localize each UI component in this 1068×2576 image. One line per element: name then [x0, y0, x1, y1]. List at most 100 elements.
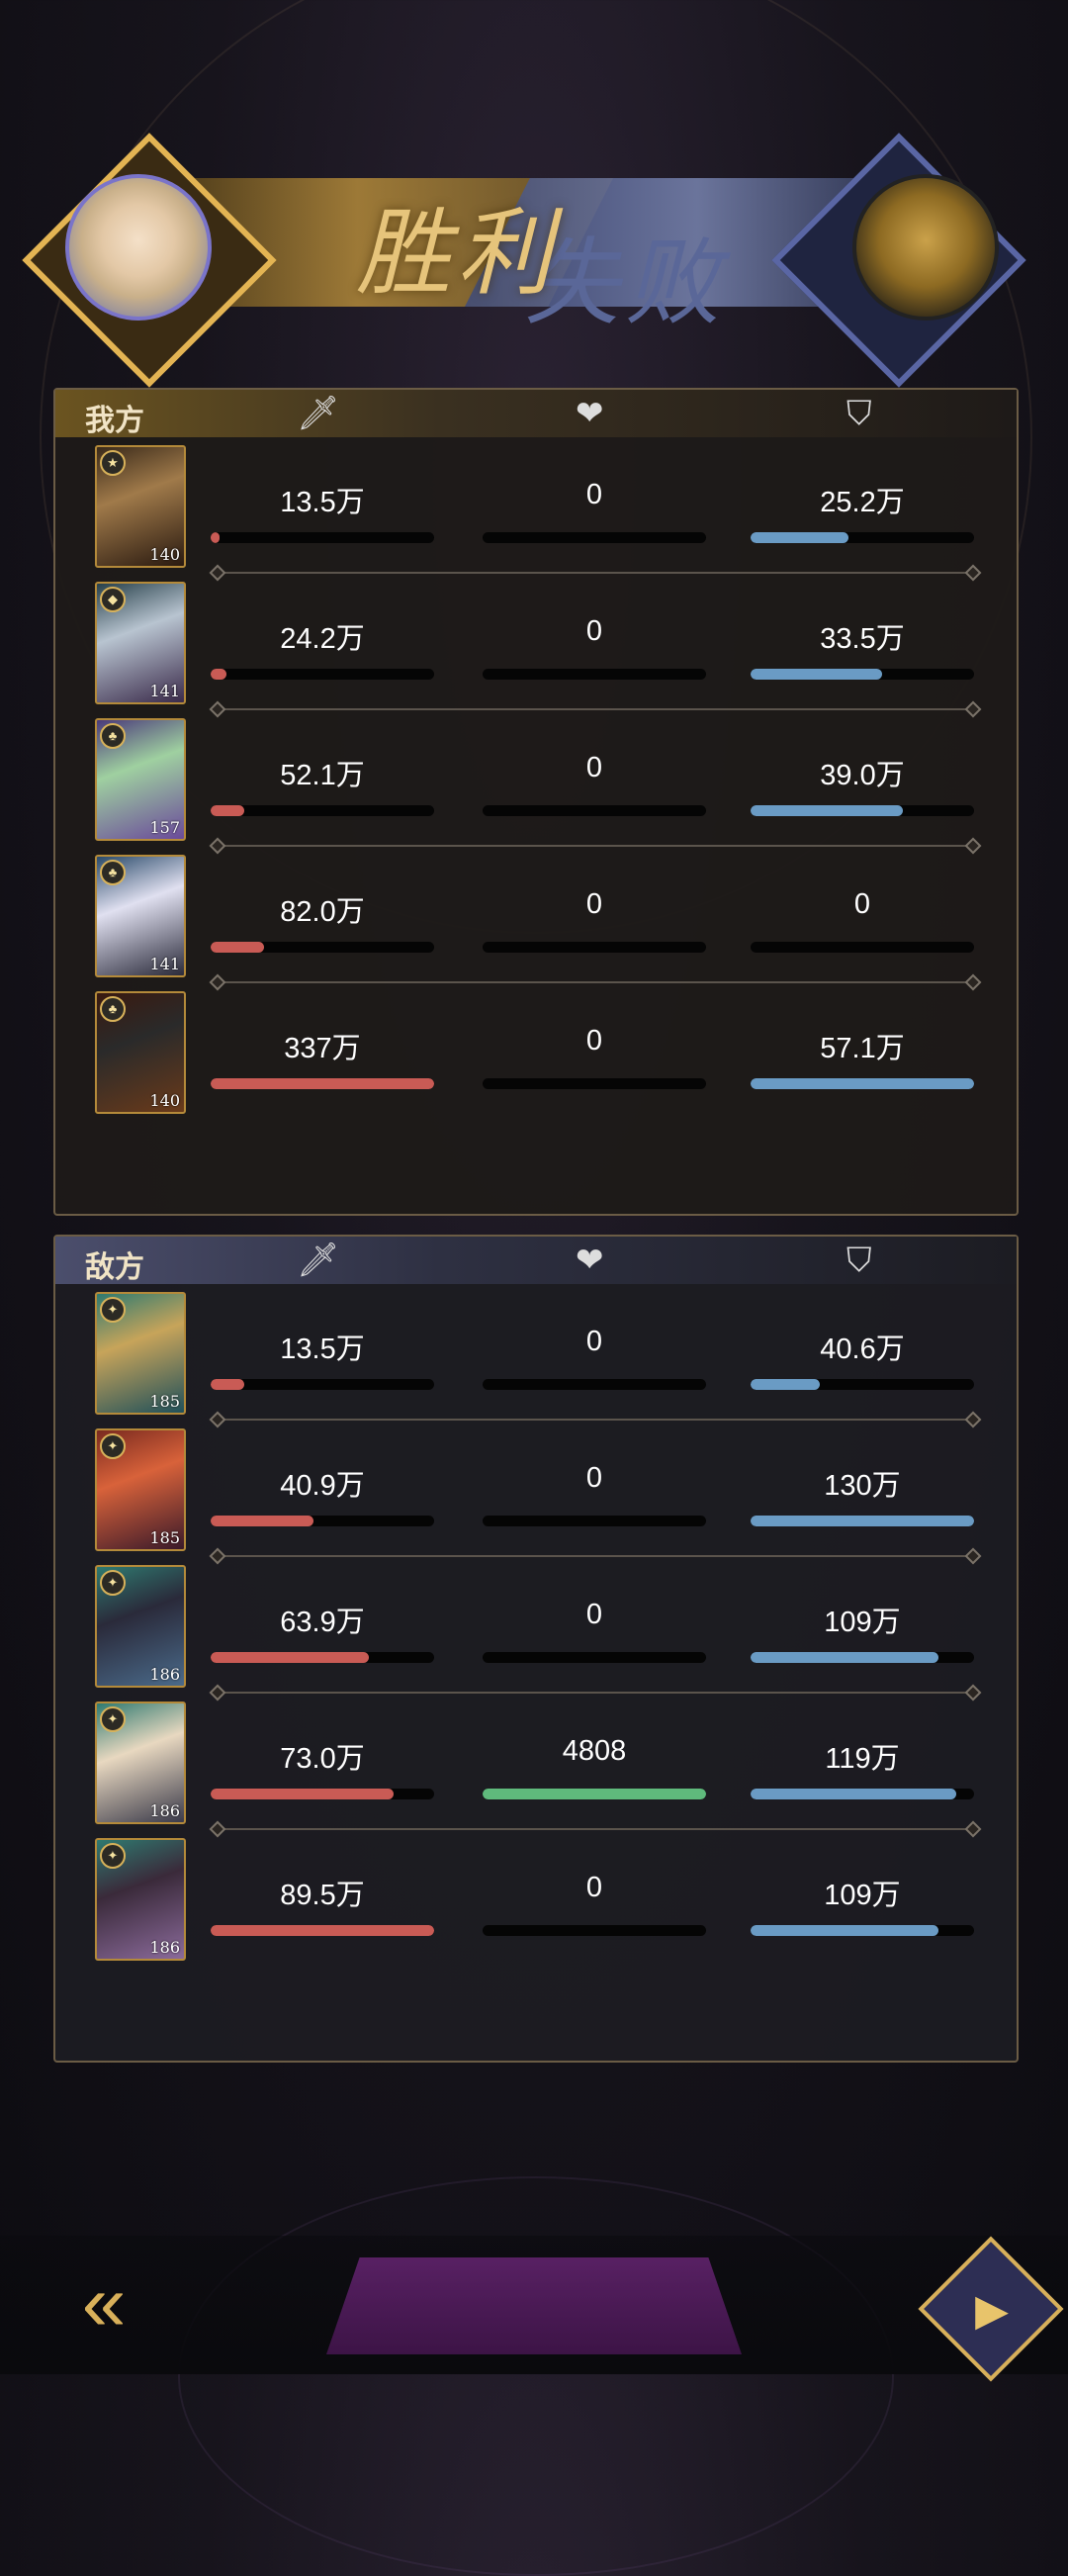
- faction-badge-icon: ♣: [100, 860, 126, 885]
- our-team-header: 我方 🗡 ❤ ⛉: [55, 390, 1017, 438]
- enemy-avatar[interactable]: [852, 174, 999, 321]
- tank-bar: [751, 1379, 974, 1390]
- hero-card[interactable]: ✦ 186: [95, 1565, 186, 1688]
- heal-value: 0: [585, 1599, 603, 1630]
- tank-bar-fill: [751, 805, 903, 816]
- hero-row: ◆ 141 24.2万 0 33.5万: [55, 576, 1017, 712]
- row-separator: [218, 845, 973, 847]
- row-separator: [218, 572, 973, 574]
- our-team-panel: 我方 🗡 ❤ ⛉ ★ 140 13.5万 0 25.2万 ◆ 141 24.2万…: [53, 388, 1019, 1216]
- player-avatar[interactable]: [65, 174, 212, 321]
- heal-bar: [483, 669, 706, 680]
- sword-icon: 🗡: [297, 395, 340, 432]
- hero-card[interactable]: ✦ 186: [95, 1838, 186, 1961]
- heal-value: 4808: [562, 1735, 627, 1767]
- heal-value: 0: [585, 1025, 603, 1057]
- tank-bar: [751, 942, 974, 953]
- hero-level: 186: [149, 1938, 180, 1957]
- tank-bar-fill: [751, 532, 849, 543]
- damage-bar-fill: [211, 1078, 434, 1089]
- center-action-button[interactable]: [326, 2257, 742, 2354]
- enemy-team-panel: 敌方 🗡 ❤ ⛉ ✦ 185 13.5万 0 40.6万 ✦ 185 40.9万…: [53, 1235, 1019, 2063]
- damage-bar: [211, 532, 434, 543]
- damage-bar-fill: [211, 1379, 244, 1390]
- shield-icon: ⛉: [846, 1242, 872, 1279]
- damage-value: 24.2万: [280, 623, 365, 655]
- tank-value: 130万: [824, 1470, 901, 1502]
- hero-card[interactable]: ♣ 157: [95, 718, 186, 841]
- damage-value: 40.9万: [280, 1470, 365, 1502]
- damage-value: 13.5万: [280, 487, 365, 518]
- faction-badge-icon: ★: [100, 450, 126, 476]
- damage-bar: [211, 1078, 434, 1089]
- heal-value: 0: [585, 615, 603, 647]
- row-separator: [218, 1419, 973, 1421]
- tank-bar-fill: [751, 1516, 974, 1526]
- hero-card[interactable]: ◆ 141: [95, 582, 186, 704]
- heal-bar: [483, 942, 706, 953]
- tank-bar-fill: [751, 1789, 956, 1799]
- heal-bar: [483, 1379, 706, 1390]
- hero-card[interactable]: ✦ 186: [95, 1702, 186, 1824]
- hero-row: ★ 140 13.5万 0 25.2万: [55, 439, 1017, 576]
- tank-value: 119万: [825, 1743, 900, 1775]
- row-separator: [218, 981, 973, 983]
- hero-level: 140: [149, 545, 180, 564]
- row-separator: [218, 1828, 973, 1830]
- sword-icon: 🗡: [297, 1242, 340, 1279]
- faction-badge-icon: ✦: [100, 1570, 126, 1596]
- damage-value: 63.9万: [280, 1607, 365, 1638]
- replay-icon[interactable]: ▶: [944, 2263, 1039, 2358]
- heal-value: 0: [585, 479, 603, 510]
- tank-bar: [751, 1516, 974, 1526]
- damage-value: 73.0万: [280, 1743, 365, 1775]
- enemy-team-title: 敌方: [85, 1250, 144, 1285]
- hero-card[interactable]: ✦ 185: [95, 1428, 186, 1551]
- damage-bar-fill: [211, 1652, 370, 1663]
- tank-bar: [751, 1078, 974, 1089]
- faction-badge-icon: ✦: [100, 1706, 126, 1732]
- hero-level: 186: [149, 1801, 180, 1820]
- heal-value: 0: [585, 1872, 603, 1903]
- hero-row: ♣ 157 52.1万 0 39.0万: [55, 712, 1017, 849]
- damage-value: 13.5万: [280, 1334, 365, 1365]
- tank-bar-fill: [751, 1379, 821, 1390]
- tank-value: 40.6万: [820, 1334, 905, 1365]
- heal-value: 0: [585, 1462, 603, 1494]
- faction-badge-icon: ◆: [100, 587, 126, 612]
- hero-level: 185: [149, 1392, 180, 1411]
- row-separator: [218, 1555, 973, 1557]
- hero-level: 186: [149, 1665, 180, 1684]
- faction-badge-icon: ✦: [100, 1433, 126, 1459]
- damage-value: 89.5万: [280, 1880, 365, 1911]
- faction-badge-icon: ✦: [100, 1297, 126, 1323]
- hero-level: 140: [149, 1091, 180, 1110]
- heal-value: 0: [585, 888, 603, 920]
- heal-bar: [483, 805, 706, 816]
- damage-bar: [211, 1925, 434, 1936]
- damage-bar-fill: [211, 1516, 313, 1526]
- tank-bar: [751, 1925, 974, 1936]
- heal-value: 0: [585, 752, 603, 783]
- damage-value: 82.0万: [280, 896, 365, 928]
- faction-badge-icon: ♣: [100, 996, 126, 1022]
- tank-bar-fill: [751, 1925, 938, 1936]
- hero-level: 141: [149, 955, 180, 973]
- heal-bar: [483, 1078, 706, 1089]
- tank-bar: [751, 805, 974, 816]
- hero-card[interactable]: ✦ 185: [95, 1292, 186, 1415]
- hero-card[interactable]: ♣ 141: [95, 855, 186, 977]
- damage-bar: [211, 1789, 434, 1799]
- damage-bar: [211, 1652, 434, 1663]
- tank-value: 0: [853, 888, 871, 920]
- hero-card[interactable]: ♣ 140: [95, 991, 186, 1114]
- damage-bar: [211, 1516, 434, 1526]
- tank-bar: [751, 1789, 974, 1799]
- damage-bar: [211, 942, 434, 953]
- heal-bar: [483, 1789, 706, 1799]
- hero-row: ✦ 185 13.5万 0 40.6万: [55, 1286, 1017, 1423]
- tank-value: 33.5万: [820, 623, 905, 655]
- hero-row: ✦ 185 40.9万 0 130万: [55, 1423, 1017, 1559]
- back-arrow-icon[interactable]: «: [40, 2254, 168, 2352]
- hero-card[interactable]: ★ 140: [95, 445, 186, 568]
